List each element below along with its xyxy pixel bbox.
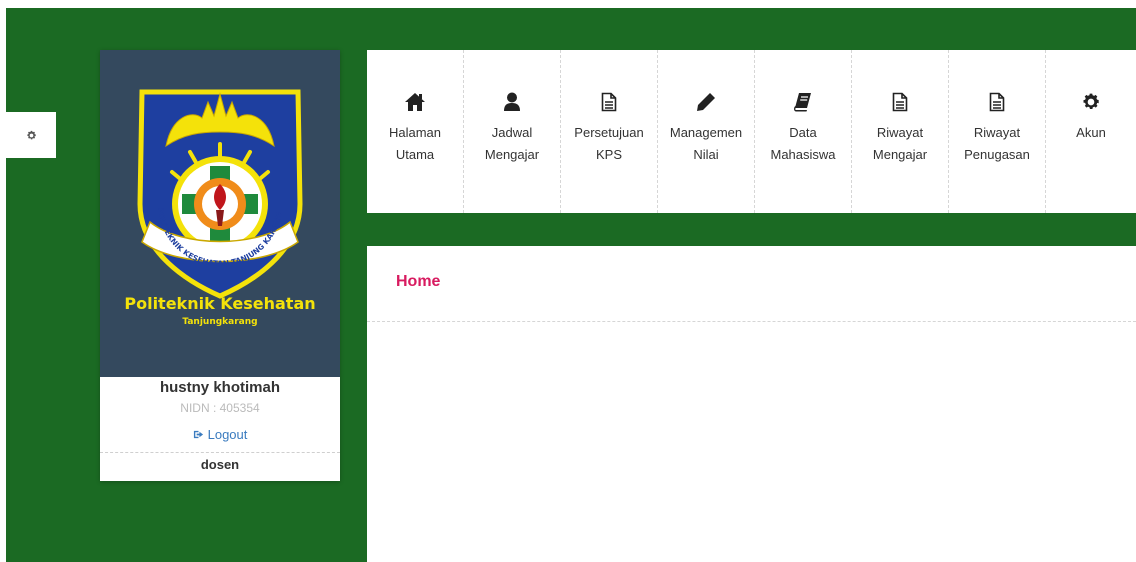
logout-icon	[193, 428, 204, 443]
document-icon	[989, 92, 1005, 112]
page-title: Home	[396, 273, 441, 290]
user-name: hustny khotimah	[159, 379, 280, 396]
profile-card: POLITEKNIK KESEHATAN TANJUNG KARANG Poli…	[100, 50, 340, 481]
content-panel: Home	[367, 246, 1136, 562]
user-nidn: NIDN : 405354	[180, 401, 260, 415]
top-navigation: Halaman Utama Jadwal Mengajar Persetujua…	[367, 50, 1136, 213]
card-divider	[100, 452, 340, 453]
nav-item-managemen-nilai[interactable]: Managemen Nilai	[658, 50, 754, 213]
logo-area: POLITEKNIK KESEHATAN TANJUNG KARANG Poli…	[100, 50, 340, 377]
nav-item-akun[interactable]: Akun	[1046, 50, 1136, 213]
nav-item-halaman-utama[interactable]: Halaman Utama	[367, 50, 463, 213]
pencil-icon	[697, 93, 715, 111]
campus-name: Politeknik Kesehatan	[124, 294, 316, 313]
nav-item-jadwal-mengajar[interactable]: Jadwal Mengajar	[464, 50, 560, 213]
nav-item-riwayat-mengajar[interactable]: Riwayat Mengajar	[852, 50, 948, 213]
home-icon	[405, 93, 425, 111]
gear-icon	[26, 130, 36, 139]
nav-item-data-mahasiswa[interactable]: Data Mahasiswa	[755, 50, 851, 213]
campus-crest-logo: POLITEKNIK KESEHATAN TANJUNG KARANG	[137, 89, 303, 299]
settings-toggle[interactable]	[6, 112, 56, 158]
logout-label: Logout	[207, 427, 248, 442]
logout-link[interactable]: Logout	[100, 427, 340, 443]
nav-item-persetujuan-kps[interactable]: Persetujuan KPS	[561, 50, 657, 213]
campus-subtitle: Tanjungkarang	[182, 317, 258, 327]
user-role: dosen	[200, 457, 240, 472]
nav-item-riwayat-penugasan[interactable]: Riwayat Penugasan	[949, 50, 1045, 213]
document-icon	[892, 92, 908, 112]
gear-icon	[1083, 93, 1099, 109]
content-divider	[367, 321, 1136, 322]
document-icon	[601, 92, 617, 112]
user-icon	[504, 92, 520, 111]
book-icon	[794, 93, 811, 112]
